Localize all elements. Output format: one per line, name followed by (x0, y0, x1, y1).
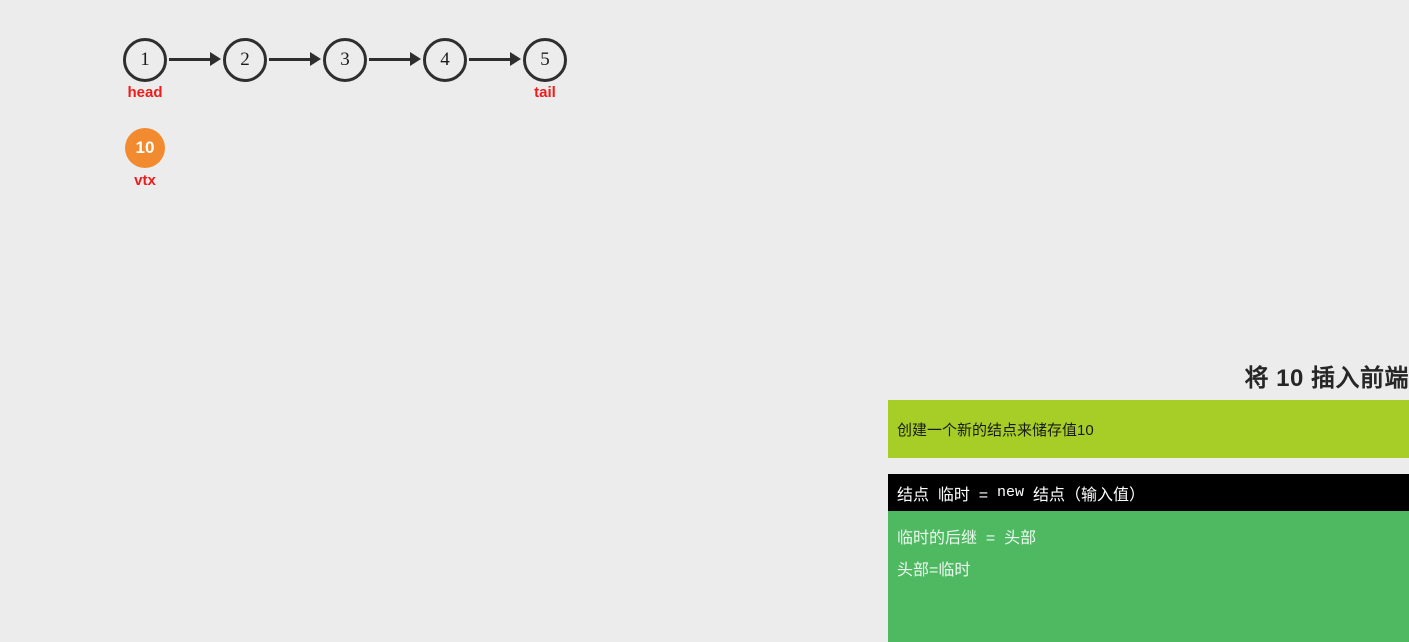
pointer-label-vtx: vtx (134, 172, 156, 189)
new-node-value: 10 (135, 138, 155, 157)
code-block: 结点 临时 = new 结点（输入值） 临时的后继 = 头部 头部=临时 (888, 474, 1409, 642)
code-line-1-suffix: 结点（输入值） (1024, 486, 1145, 504)
note-banner: 创建一个新的结点来储存值10 (888, 400, 1409, 458)
pointer-label-tail: tail (534, 84, 556, 101)
list-node-2: 2 (223, 38, 267, 82)
arrowhead-1-2 (210, 52, 221, 66)
code-line-3-text: 头部=临时 (897, 562, 971, 579)
list-node-1: 1 (123, 38, 167, 82)
list-node-3-value: 3 (340, 49, 350, 70)
code-line-1-prefix: 结点 临时 = (897, 486, 998, 504)
code-line-2-text: 临时的后继 = 头部 (897, 530, 1037, 547)
explanation-panel: 将 10 插入前端 创建一个新的结点来储存值10 结点 临时 = new 结点（… (888, 0, 1409, 642)
list-node-2-value: 2 (240, 49, 250, 70)
list-node-1-value: 1 (140, 49, 150, 70)
arrowhead-2-3 (310, 52, 321, 66)
linked-list-diagram: 1 2 3 4 5 head tail 10 vtx (0, 0, 888, 642)
list-node-4: 4 (423, 38, 467, 82)
code-line-3: 头部=临时 (888, 552, 1409, 584)
arrowhead-3-4 (410, 52, 421, 66)
code-line-highlighted: 结点 临时 = new 结点（输入值） (888, 474, 1409, 511)
list-node-4-value: 4 (440, 49, 450, 70)
panel-title: 将 10 插入前端 (1244, 365, 1409, 392)
code-line-2: 临时的后继 = 头部 (888, 520, 1409, 552)
note-text: 创建一个新的结点来储存值10 (897, 421, 1094, 439)
arrowhead-4-5 (510, 52, 521, 66)
new-node-vtx: 10 (125, 128, 165, 168)
list-node-5: 5 (523, 38, 567, 82)
pointer-label-head: head (127, 84, 163, 101)
list-node-5-value: 5 (540, 49, 550, 70)
code-keyword-new: new (997, 484, 1025, 501)
list-node-3: 3 (323, 38, 367, 82)
